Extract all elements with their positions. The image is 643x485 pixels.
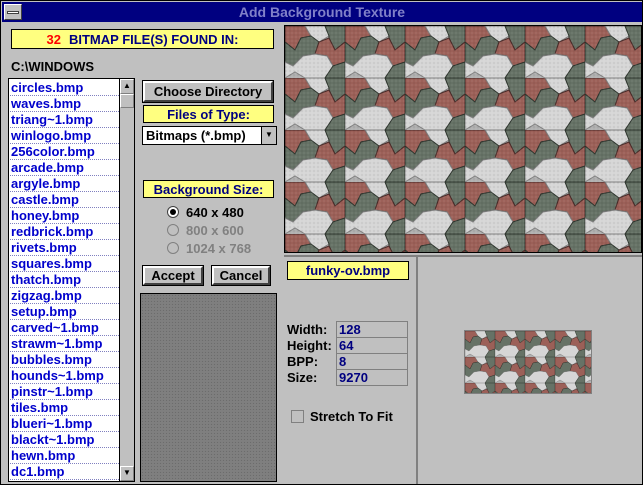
file-list-item[interactable]: blueri~1.bmp: [10, 416, 121, 432]
files-found-label: BITMAP FILE(S) FOUND IN:: [68, 31, 239, 47]
file-list-item[interactable]: honey.bmp: [10, 208, 121, 224]
file-list-item[interactable]: arcade.bmp: [10, 160, 121, 176]
file-list-item[interactable]: thatch.bmp: [10, 272, 121, 288]
file-list-item[interactable]: setup.bmp: [10, 304, 121, 320]
file-list-item[interactable]: triang~1.bmp: [10, 112, 121, 128]
background-size-label: Background Size:: [143, 180, 274, 198]
scroll-up-button[interactable]: ▲: [120, 79, 134, 94]
title-bar[interactable]: Add Background Texture: [2, 2, 642, 22]
file-list-item[interactable]: redbrick.bmp: [10, 224, 121, 240]
width-label: Width:: [287, 322, 328, 337]
file-list-item[interactable]: pinstr~1.bmp: [10, 384, 121, 400]
size-label-1024: 1024 x 768: [186, 240, 252, 256]
size-radio-640[interactable]: 640 x 480: [167, 204, 244, 220]
file-list-item[interactable]: blackt~1.bmp: [10, 432, 121, 448]
dialog-window: Add Background Texture 32 BITMAP FILE(S)…: [0, 0, 643, 485]
file-list-item[interactable]: 256color.bmp: [10, 144, 121, 160]
file-list-item[interactable]: bubbles.bmp: [10, 352, 121, 368]
texture-preview-small: [464, 330, 592, 394]
color-swatch: [140, 293, 277, 482]
current-directory: C:\WINDOWS: [11, 59, 95, 74]
file-type-select[interactable]: Bitmaps (*.bmp) ▼: [142, 126, 277, 145]
window-title: Add Background Texture: [238, 4, 406, 20]
radio-unselected-icon: [167, 224, 179, 236]
checkbox-icon: [291, 410, 304, 423]
radio-selected-icon: [167, 206, 179, 218]
file-list-item[interactable]: waves.bmp: [10, 96, 121, 112]
files-found-banner: 32 BITMAP FILE(S) FOUND IN:: [11, 29, 274, 49]
file-list-item[interactable]: argyle.bmp: [10, 176, 121, 192]
size-label: Size:: [287, 370, 318, 385]
height-value: 64: [336, 337, 408, 354]
stretch-to-fit-label: Stretch To Fit: [310, 409, 393, 424]
tiled-texture-small: [465, 331, 591, 393]
size-radio-1024[interactable]: 1024 x 768: [167, 240, 251, 256]
file-list-item[interactable]: hewn.bmp: [10, 448, 121, 464]
file-list[interactable]: circles.bmp waves.bmp triang~1.bmp winlogo.…: [8, 78, 135, 482]
size-label-640: 640 x 480: [186, 204, 244, 220]
file-list-item[interactable]: tiles.bmp: [10, 400, 121, 416]
size-label-800: 800 x 600: [186, 222, 244, 238]
file-list-items: circles.bmp waves.bmp triang~1.bmp winlogo.…: [10, 80, 121, 480]
radio-unselected-icon: [167, 242, 179, 254]
files-of-type-label: Files of Type:: [143, 105, 274, 123]
file-list-item[interactable]: castle.bmp: [10, 192, 121, 208]
file-list-item[interactable]: dc1.bmp: [10, 464, 121, 480]
width-value: 128: [336, 321, 408, 338]
file-list-item[interactable]: circles.bmp: [10, 80, 121, 96]
file-list-item[interactable]: zigzag.bmp: [10, 288, 121, 304]
file-list-item[interactable]: squares.bmp: [10, 256, 121, 272]
file-list-item[interactable]: carved~1.bmp: [10, 320, 121, 336]
size-radio-800[interactable]: 800 x 600: [167, 222, 244, 238]
height-label: Height:: [287, 338, 332, 353]
bpp-label: BPP:: [287, 354, 319, 369]
dropdown-arrow-icon[interactable]: ▼: [261, 127, 276, 144]
accept-button[interactable]: Accept: [143, 266, 203, 285]
file-list-item[interactable]: rivets.bmp: [10, 240, 121, 256]
file-list-item[interactable]: hounds~1.bmp: [10, 368, 121, 384]
file-type-value: Bitmaps (*.bmp): [146, 128, 246, 143]
texture-preview-large: [284, 25, 642, 253]
file-count: 32: [46, 31, 61, 47]
scroll-down-button[interactable]: ▼: [120, 466, 134, 481]
cancel-button[interactable]: Cancel: [212, 266, 270, 285]
file-list-item[interactable]: winlogo.bmp: [10, 128, 121, 144]
stretch-to-fit-checkbox[interactable]: Stretch To Fit: [291, 409, 393, 424]
choose-directory-button[interactable]: Choose Directory: [143, 81, 273, 102]
tiled-texture-large: [285, 26, 641, 252]
bpp-value: 8: [336, 353, 408, 370]
scroll-thumb[interactable]: [120, 94, 134, 108]
file-list-scrollbar[interactable]: ▲ ▼: [119, 79, 134, 481]
file-list-item[interactable]: strawm~1.bmp: [10, 336, 121, 352]
selected-filename: funky-ov.bmp: [287, 261, 409, 280]
size-value: 9270: [336, 369, 408, 386]
